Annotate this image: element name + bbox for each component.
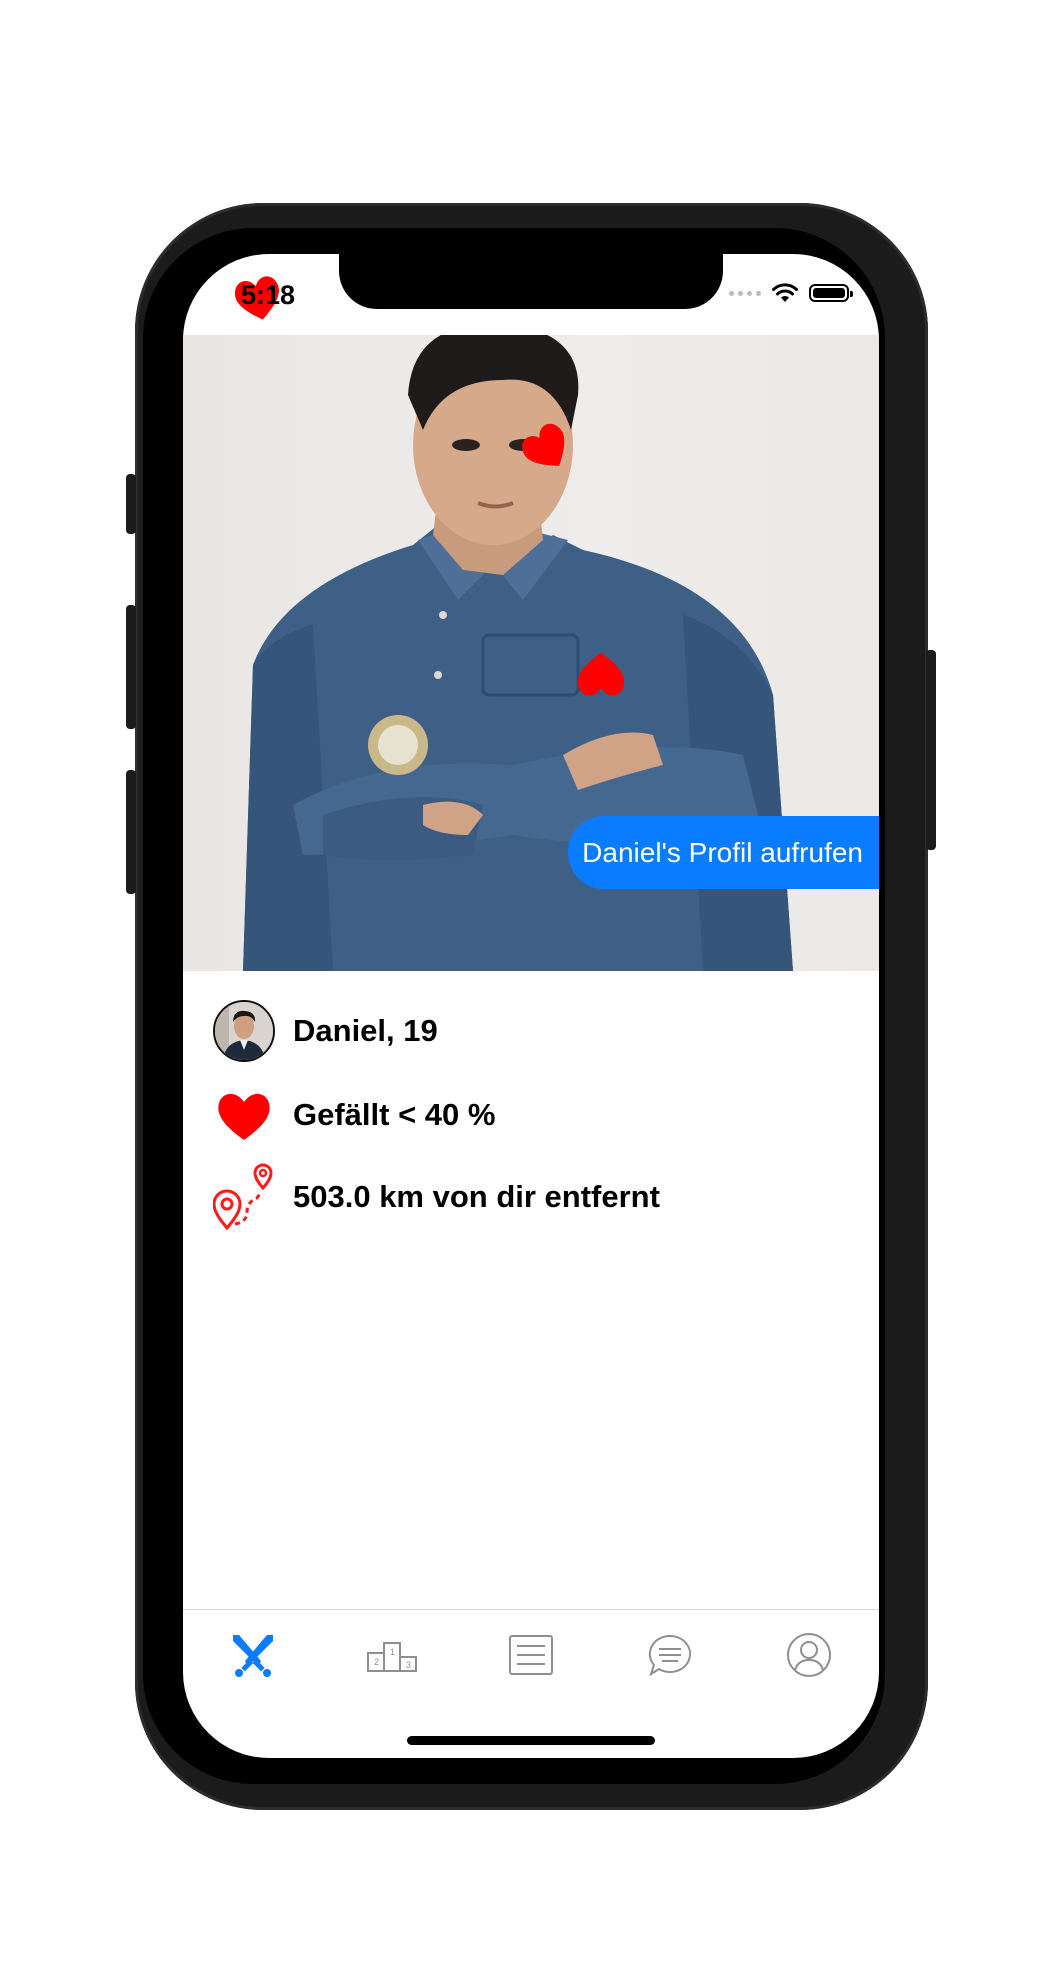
avatar-image	[215, 1002, 273, 1060]
avatar[interactable]	[213, 1000, 275, 1062]
tab-bar: 2 1 3	[183, 1609, 879, 1710]
power-button	[926, 650, 936, 850]
route-pin-icon	[213, 1163, 273, 1231]
heart-icon	[218, 1093, 270, 1140]
chat-icon	[648, 1634, 692, 1677]
crossed-swords-icon	[232, 1635, 273, 1677]
list-icon	[508, 1635, 553, 1675]
tab-ranking[interactable]: 2 1 3	[347, 1610, 437, 1700]
status-time: 5:18	[241, 280, 296, 310]
distance-label: 503.0 km von dir entfernt	[293, 1179, 660, 1214]
tab-battle[interactable]	[208, 1610, 298, 1700]
tab-chat[interactable]	[625, 1610, 715, 1700]
volume-down-button	[126, 770, 136, 894]
view-profile-button[interactable]: Daniel's Profil aufrufen	[568, 816, 879, 889]
svg-text:2: 2	[374, 1657, 379, 1667]
volume-up-button	[126, 605, 136, 729]
signal-icon	[729, 290, 761, 296]
screen: 5:18 Daniel's Profil aufrufen Daniel, 19…	[183, 254, 879, 1758]
profile-photo[interactable]: Daniel's Profil aufrufen	[183, 335, 879, 971]
battery-icon	[809, 284, 853, 302]
podium-icon: 2 1 3	[366, 1642, 417, 1672]
profile-icon	[787, 1633, 832, 1677]
name-row: Daniel, 19	[213, 1000, 438, 1062]
likes-label: Gefällt < 40 %	[293, 1097, 496, 1132]
notch	[339, 254, 723, 309]
svg-text:3: 3	[406, 1660, 411, 1670]
distance-row: 503.0 km von dir entfernt	[213, 1162, 660, 1232]
tab-list[interactable]	[486, 1610, 576, 1700]
svg-text:1: 1	[390, 1647, 395, 1657]
mute-switch	[126, 474, 136, 534]
wifi-icon	[772, 283, 798, 302]
floating-heart-icon	[522, 423, 565, 466]
floating-heart-icon	[577, 653, 625, 696]
home-indicator[interactable]	[407, 1736, 655, 1745]
name-age-label: Daniel, 19	[293, 1013, 438, 1048]
likes-row: Gefällt < 40 %	[213, 1084, 495, 1146]
status-indicators	[729, 282, 853, 304]
tab-profile[interactable]	[764, 1610, 854, 1700]
